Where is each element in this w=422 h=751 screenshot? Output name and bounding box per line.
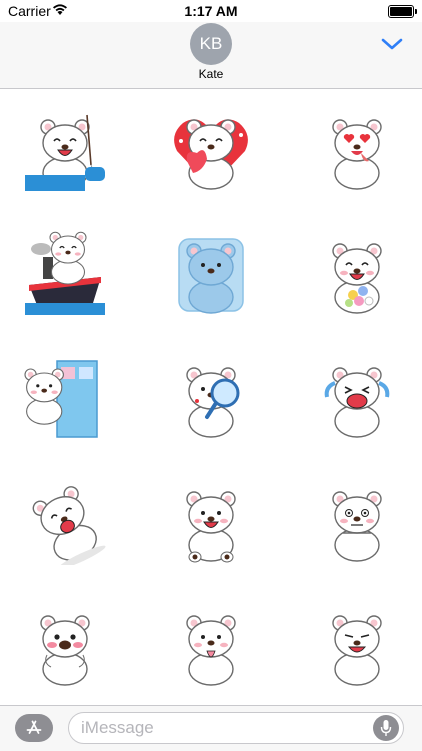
sticker-bear-on-ship[interactable] [15, 223, 115, 323]
message-input-bar [0, 705, 422, 751]
sticker-bear-nervous[interactable] [307, 471, 407, 571]
bear-crying-image [324, 367, 390, 438]
sticker-bear-magnifying-glass[interactable] [161, 347, 261, 447]
bear-fishing-image [25, 114, 105, 191]
sticker-bear-sitting-smile[interactable] [161, 471, 261, 571]
bear-heart-eyes-image [332, 119, 382, 190]
avatar[interactable]: KB [190, 23, 232, 65]
sticker-bear-crying[interactable] [307, 347, 407, 447]
contact-name[interactable]: Kate [0, 67, 422, 81]
app-store-icon [26, 720, 42, 734]
sticker-bear-heart-frame[interactable] [161, 99, 261, 199]
bear-sitting-smile-image [186, 491, 236, 563]
bear-door-peek-image [24, 360, 98, 438]
sticker-bear-frozen-ice[interactable] [161, 223, 261, 323]
sticker-bear-tongue-out[interactable] [161, 595, 261, 695]
sticker-bear-flower-bouquet[interactable] [307, 223, 407, 323]
sticker-bear-fishing[interactable] [15, 99, 115, 199]
sticker-bear-grinning[interactable] [307, 595, 407, 695]
bear-frozen-ice-image [178, 238, 244, 314]
bear-tongue-out-image [186, 615, 236, 686]
sticker-bear-blushing[interactable] [15, 595, 115, 695]
sticker-bear-heart-eyes[interactable] [307, 99, 407, 199]
bear-rolling-image [32, 486, 106, 565]
bear-nervous-image [332, 491, 382, 562]
sticker-bear-rolling[interactable] [15, 471, 115, 571]
bear-heart-frame-image [174, 119, 248, 190]
bear-grinning-image [332, 615, 382, 686]
bear-flower-bouquet-image [332, 243, 382, 314]
microphone-icon [380, 720, 392, 736]
clock: 1:17 AM [184, 3, 238, 19]
message-input[interactable] [68, 712, 404, 744]
bear-magnifying-glass-image [186, 367, 240, 438]
status-bar: Carrier 1:17 AM [0, 0, 422, 22]
bear-blushing-image [40, 615, 90, 686]
battery-level [390, 7, 412, 16]
chevron-down-icon[interactable] [380, 36, 404, 52]
sticker-bear-door-peek[interactable] [15, 347, 115, 447]
microphone-button[interactable] [373, 715, 399, 741]
sticker-grid [0, 89, 422, 705]
battery-icon [388, 5, 417, 18]
bear-on-ship-image [25, 231, 105, 315]
conversation-header: KB Kate [0, 22, 422, 89]
app-store-button[interactable] [15, 714, 53, 742]
